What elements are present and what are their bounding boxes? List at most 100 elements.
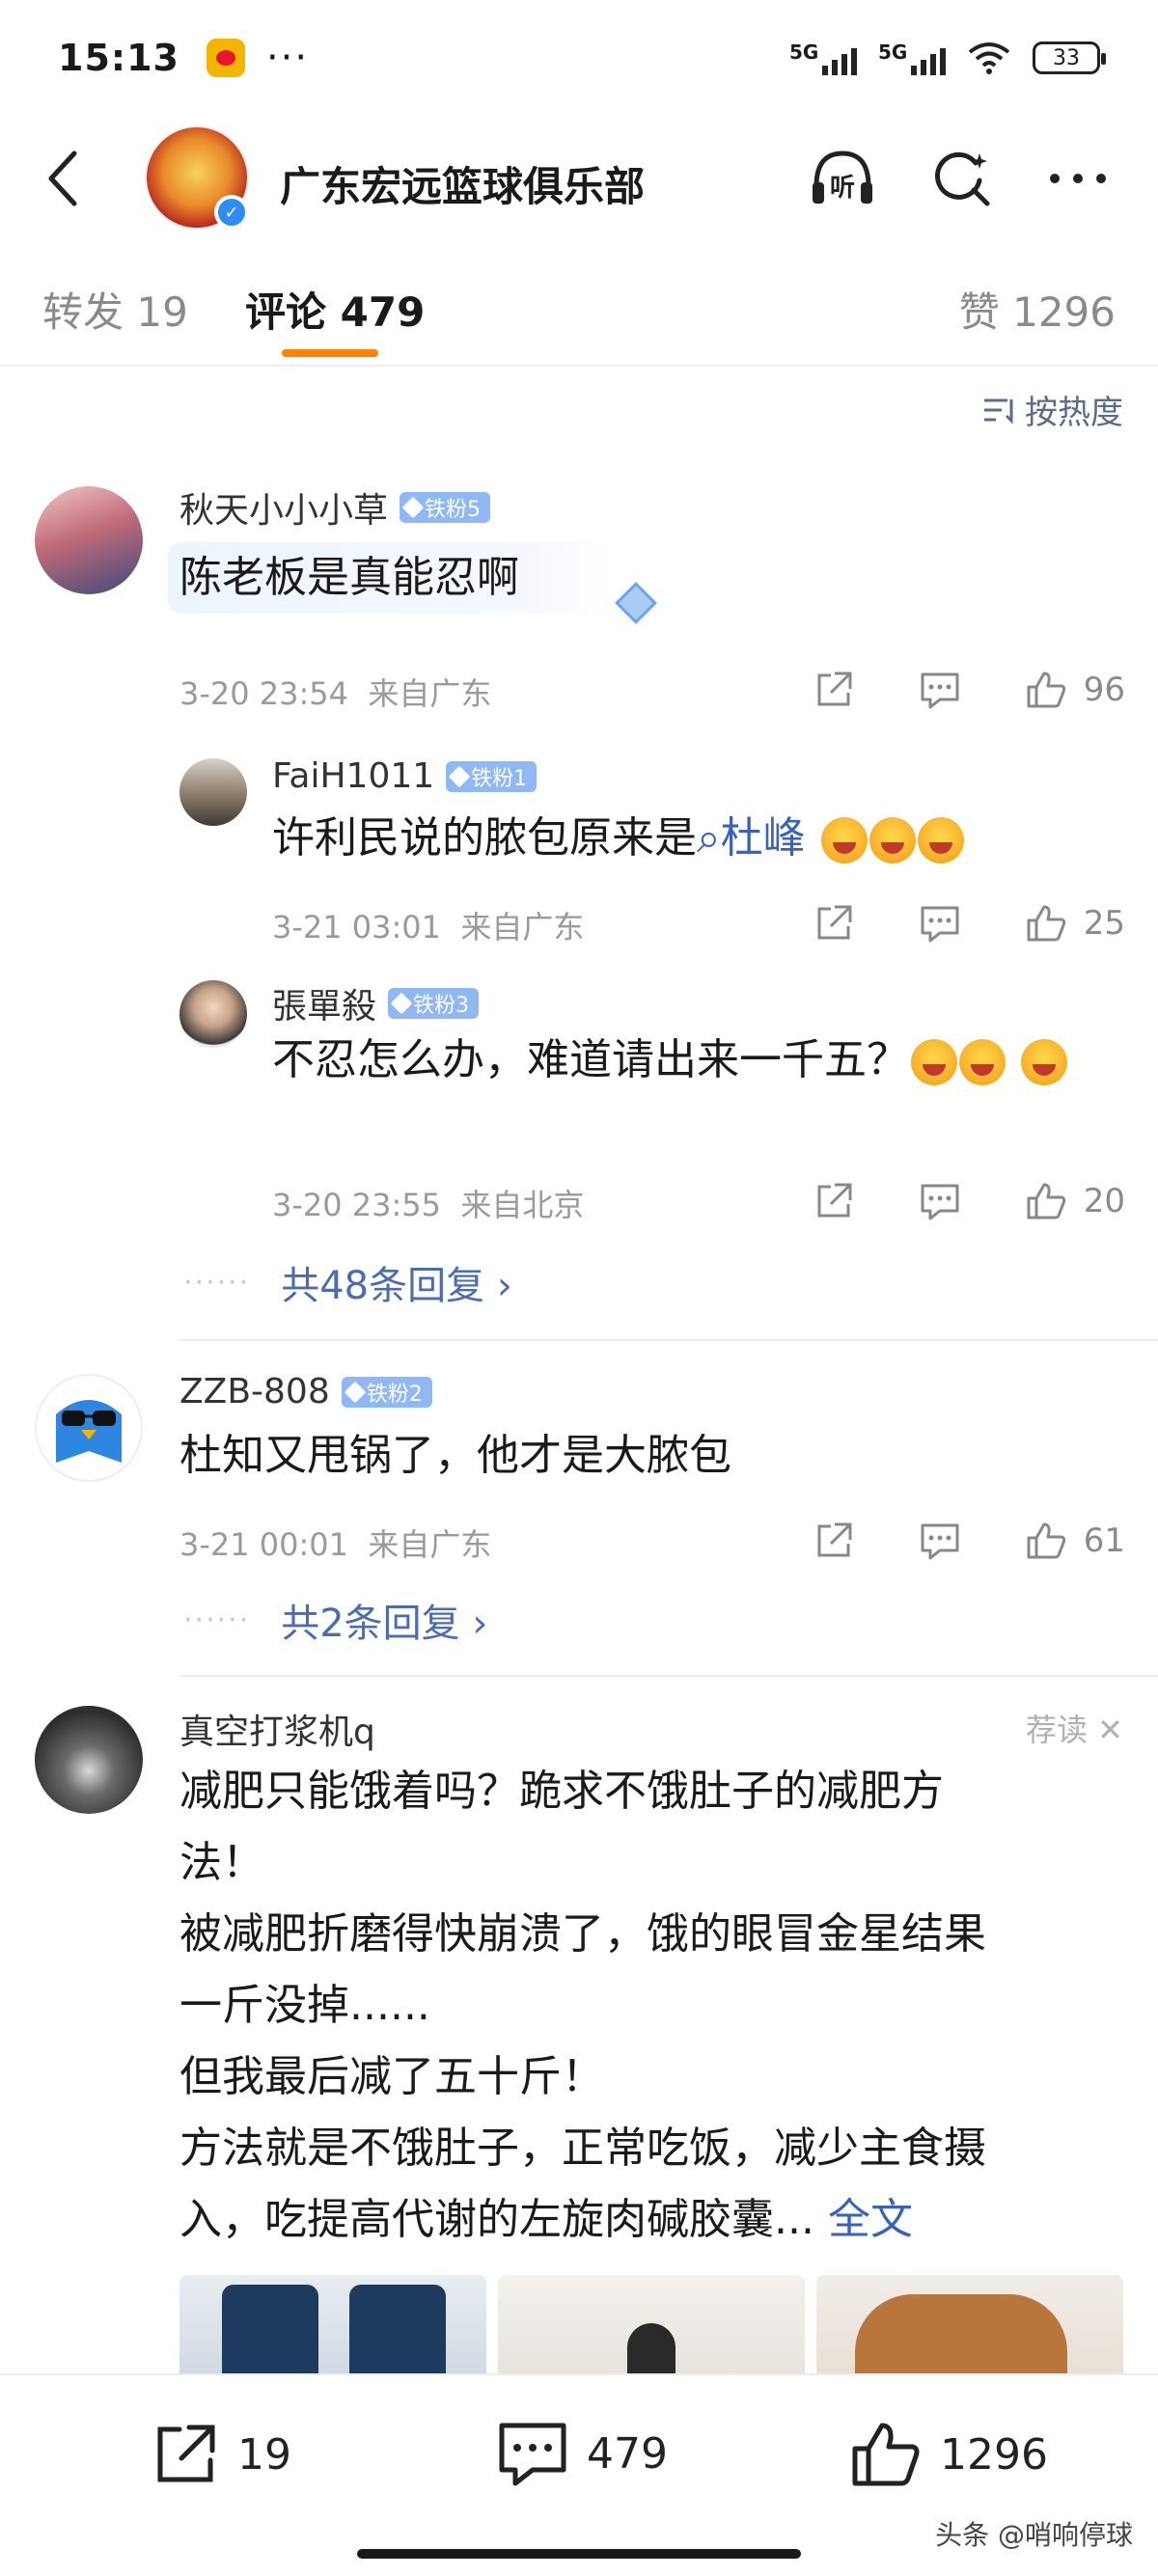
like-button[interactable] <box>1022 899 1070 947</box>
person-shape <box>627 2323 676 2381</box>
fan-badge: 铁粉2 <box>341 1376 432 1408</box>
tab-likes[interactable]: 赞 1296 <box>959 280 1116 339</box>
divider <box>179 1339 1158 1341</box>
reply-location: 来自北京 <box>460 1187 585 1223</box>
post-line: 方法就是不饿肚子，正常吃饭，减少主食摄 <box>179 2124 986 2173</box>
tab-comments[interactable]: 评论 479 <box>245 280 425 339</box>
reply-location: 来自广东 <box>460 909 585 945</box>
comment-count: 479 <box>587 2428 668 2479</box>
diamond-icon <box>401 496 425 519</box>
like-count: 20 <box>1083 1182 1125 1220</box>
comment-actions: 61 <box>810 1517 1125 1565</box>
view-more-replies-button[interactable]: ······ 共2条回复 › <box>183 1592 487 1648</box>
svg-text:听: 听 <box>830 174 855 203</box>
thumbs-up-icon <box>1027 671 1065 708</box>
comment-username[interactable]: 秋天小小小草 铁粉5 <box>179 482 491 533</box>
listen-button[interactable]: 听 <box>809 145 876 212</box>
share-button[interactable] <box>810 1177 858 1225</box>
avatar[interactable] <box>35 1706 143 1814</box>
more-replies-label: 共48条回复 › <box>281 1264 512 1308</box>
view-more-replies-button[interactable]: ······ 共48条回复 › <box>183 1254 512 1310</box>
reply-username[interactable]: 張單殺 铁粉3 <box>272 978 480 1028</box>
reply-username[interactable]: FaiH1011 铁粉1 <box>272 756 538 796</box>
page-title: 广东宏远篮球俱乐部 <box>280 163 646 210</box>
post-image[interactable] <box>179 2275 486 2381</box>
share-button[interactable] <box>810 899 858 947</box>
like-button[interactable]: 1296 <box>849 2420 1048 2489</box>
divider <box>179 1675 1158 1677</box>
reply-button[interactable] <box>916 1517 964 1565</box>
reply-text-prefix: 许利民说的脓包原来是 <box>272 813 697 863</box>
post-image[interactable] <box>498 2275 805 2381</box>
share-icon <box>817 905 852 940</box>
reply-item: 張單殺 铁粉3 不忍怎么办，难道请出来一千五？ 3-20 23:55 来自北京 … <box>0 974 1158 1235</box>
status-time: 15:13 <box>58 37 179 79</box>
comment-username[interactable]: ZZB-808 铁粉2 <box>179 1372 432 1411</box>
post-line: 减肥只能饿着吗？跪求不饿肚子的减肥方 <box>179 1767 944 1816</box>
more-button[interactable] <box>1044 145 1112 212</box>
watermark: 头条 @哨响停球 <box>935 2519 1133 2551</box>
reply-actions: 20 <box>810 1177 1125 1225</box>
recommend-tag-close-button[interactable]: 荐读 ✕ <box>1026 1706 1123 1750</box>
reply-button[interactable] <box>916 666 964 714</box>
like-button[interactable] <box>1022 666 1070 714</box>
avatar[interactable] <box>35 486 143 594</box>
search-button[interactable] <box>928 145 996 212</box>
username-text: 張單殺 <box>272 987 377 1027</box>
full-text-link[interactable]: 全文 <box>828 2195 913 2244</box>
laughing-emoji-icon <box>1021 1039 1067 1085</box>
avatar[interactable] <box>179 980 247 1048</box>
status-indicators: 5G 5G 33 <box>789 0 1106 116</box>
recommended-post: 真空打浆机q 荐读 ✕ 减肥只能饿着吗？跪求不饿肚子的减肥方 法！ 被减肥折磨得… <box>0 1698 1158 2277</box>
comment-text-content: 陈老板是真能忍啊 <box>179 553 519 602</box>
fan-badge-label: 铁粉3 <box>413 994 470 1018</box>
reply-meta: 3-20 23:55 来自北京 <box>272 1181 584 1225</box>
reply-button[interactable] <box>916 1177 964 1225</box>
comment-location: 来自广东 <box>368 675 492 712</box>
like-button[interactable] <box>1022 1177 1070 1225</box>
repost-button[interactable]: 19 <box>151 2420 291 2489</box>
header: ✓ 广东宏远篮球俱乐部 听 <box>0 116 1158 241</box>
home-indicator[interactable] <box>357 2549 801 2559</box>
network-type-label: 5G <box>789 41 819 64</box>
fan-badge-label: 铁粉1 <box>471 766 528 791</box>
comment-icon <box>921 906 959 943</box>
tab-bar: 转发 19 评论 479 赞 1296 <box>0 241 1158 367</box>
fan-badge: 铁粉5 <box>400 492 491 523</box>
more-icon <box>1050 174 1106 183</box>
like-count: 96 <box>1083 671 1125 709</box>
signal-icon: 5G <box>789 41 857 75</box>
topic-link[interactable]: ⌕杜峰 <box>697 813 806 863</box>
search-icon <box>935 151 990 206</box>
tab-repost[interactable]: 转发 19 <box>42 280 188 339</box>
comment-icon <box>921 672 959 709</box>
reply-actions: 25 <box>810 899 1125 947</box>
sort-button[interactable]: 按热度 <box>982 386 1123 433</box>
like-count: 25 <box>1083 904 1125 943</box>
food-shape <box>855 2294 1067 2381</box>
comment-button[interactable]: 479 <box>496 2420 668 2487</box>
fan-badge: 铁粉3 <box>388 988 480 1019</box>
share-button[interactable] <box>810 666 858 714</box>
reply-button[interactable] <box>916 899 964 947</box>
weibo-notification-icon <box>206 39 245 77</box>
post-line: 法！ <box>179 1838 264 1887</box>
post-username[interactable]: 真空打浆机q <box>179 1704 375 1754</box>
like-button[interactable] <box>1022 1517 1070 1565</box>
thumbs-up-icon <box>1027 1183 1065 1219</box>
share-icon <box>817 1183 852 1218</box>
username-text: 真空打浆机q <box>179 1713 375 1752</box>
reply-time: 3-20 23:55 <box>272 1187 442 1223</box>
comment-icon <box>499 2423 566 2486</box>
username-text: FaiH1011 <box>272 756 435 796</box>
dotted-line: ······ <box>183 1265 251 1300</box>
comment-time: 3-20 23:54 <box>179 675 349 712</box>
avatar[interactable] <box>179 758 247 826</box>
battery-icon: 33 <box>1033 41 1106 74</box>
back-button[interactable] <box>29 145 96 212</box>
share-button[interactable] <box>810 1517 858 1565</box>
avatar[interactable] <box>35 1374 143 1482</box>
owl-avatar-icon <box>56 1400 122 1463</box>
like-count: 61 <box>1083 1521 1125 1560</box>
post-image[interactable] <box>816 2275 1123 2381</box>
